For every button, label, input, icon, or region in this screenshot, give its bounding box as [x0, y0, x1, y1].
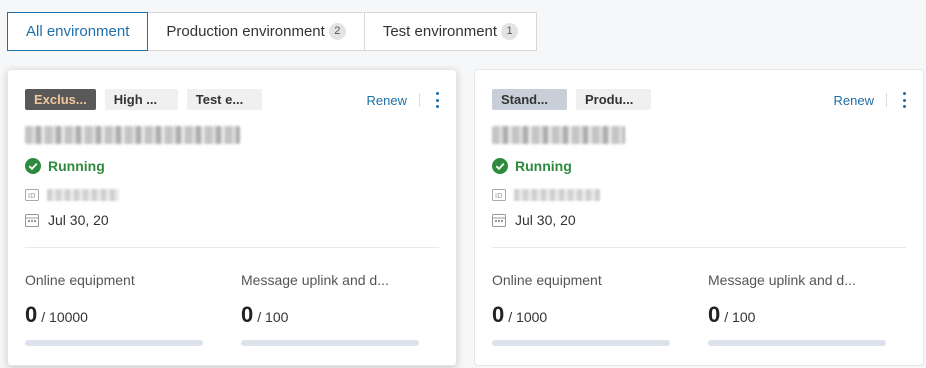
check-circle-icon — [25, 158, 41, 174]
status-indicator: Running — [492, 158, 572, 174]
calendar-icon — [492, 214, 506, 227]
instance-id-redacted — [514, 189, 600, 201]
id-card-icon: ID — [492, 189, 506, 201]
metric-limit: / 1000 — [508, 309, 548, 325]
instance-tags: Exclus... High ... Test e... — [25, 89, 271, 110]
tab-label: Production environment — [166, 23, 325, 40]
metric-current: 0 — [708, 302, 721, 327]
metric-online-equipment: Online equipment 0/ 1000 — [492, 272, 672, 346]
edition-tag: Exclus... — [25, 89, 96, 110]
instance-card[interactable]: Exclus... High ... Test e... Renew Runni… — [7, 69, 457, 366]
instance-name-redacted — [25, 126, 240, 144]
environment-tag: Test e... — [186, 89, 262, 110]
environment-tag: Produ... — [576, 89, 651, 110]
card-actions: Renew — [367, 92, 442, 108]
more-vertical-icon[interactable] — [432, 92, 442, 108]
tab-label: All environment — [26, 23, 130, 40]
metric-current: 0 — [492, 302, 505, 327]
check-circle-icon — [492, 158, 508, 174]
metric-progress-bar — [708, 340, 886, 346]
tab-count-badge: 1 — [501, 23, 519, 40]
svg-text:ID: ID — [28, 192, 35, 200]
metric-progress-bar — [241, 340, 419, 346]
spec-tag: High ... — [104, 89, 178, 110]
environment-tabs: All environment Production environment 2… — [7, 12, 538, 51]
calendar-icon — [25, 214, 39, 227]
card-divider — [25, 247, 439, 248]
metric-limit: / 100 — [257, 309, 289, 325]
metric-value: 0/ 100 — [708, 302, 886, 328]
tab-test-environment[interactable]: Test environment 1 — [363, 12, 538, 51]
status-text: Running — [515, 158, 572, 174]
instance-card[interactable]: Stand... Produ... Renew Running ID Jul 3… — [474, 69, 924, 366]
tab-all-environment[interactable]: All environment — [7, 12, 149, 51]
expiry-row: Jul 30, 20 — [25, 212, 109, 228]
tab-production-environment[interactable]: Production environment 2 — [147, 12, 365, 51]
card-actions: Renew — [834, 92, 909, 108]
action-divider — [886, 93, 887, 107]
metric-message-uplink: Message uplink and d... 0/ 100 — [241, 272, 419, 346]
metric-limit: / 10000 — [41, 309, 88, 325]
metric-limit: / 100 — [724, 309, 756, 325]
status-indicator: Running — [25, 158, 105, 174]
tab-label: Test environment — [382, 23, 498, 40]
expiry-date: Jul 30, 20 — [515, 212, 576, 228]
instance-id-row: ID — [25, 189, 119, 201]
status-text: Running — [48, 158, 105, 174]
instance-id-redacted — [47, 189, 119, 201]
instance-id-row: ID — [492, 189, 600, 201]
metric-progress-bar — [492, 340, 670, 346]
svg-text:ID: ID — [495, 192, 502, 200]
metric-value: 0/ 100 — [241, 302, 419, 328]
metric-label: Online equipment — [25, 272, 135, 288]
metric-label: Message uplink and d... — [708, 272, 856, 288]
metric-value: 0/ 10000 — [25, 302, 205, 328]
card-divider — [492, 247, 906, 248]
metric-label: Message uplink and d... — [241, 272, 389, 288]
more-vertical-icon[interactable] — [899, 92, 909, 108]
metric-current: 0 — [241, 302, 254, 327]
metric-label: Online equipment — [492, 272, 602, 288]
renew-link[interactable]: Renew — [367, 93, 407, 108]
metric-message-uplink: Message uplink and d... 0/ 100 — [708, 272, 886, 346]
tab-count-badge: 2 — [328, 23, 346, 40]
instance-tags: Stand... Produ... — [492, 89, 660, 110]
instance-name-redacted — [492, 126, 625, 144]
metric-current: 0 — [25, 302, 38, 327]
renew-link[interactable]: Renew — [834, 93, 874, 108]
edition-tag: Stand... — [492, 89, 567, 110]
action-divider — [419, 93, 420, 107]
expiry-row: Jul 30, 20 — [492, 212, 576, 228]
metric-progress-bar — [25, 340, 203, 346]
metric-online-equipment: Online equipment 0/ 10000 — [25, 272, 205, 346]
metric-value: 0/ 1000 — [492, 302, 672, 328]
expiry-date: Jul 30, 20 — [48, 212, 109, 228]
id-card-icon: ID — [25, 189, 39, 201]
